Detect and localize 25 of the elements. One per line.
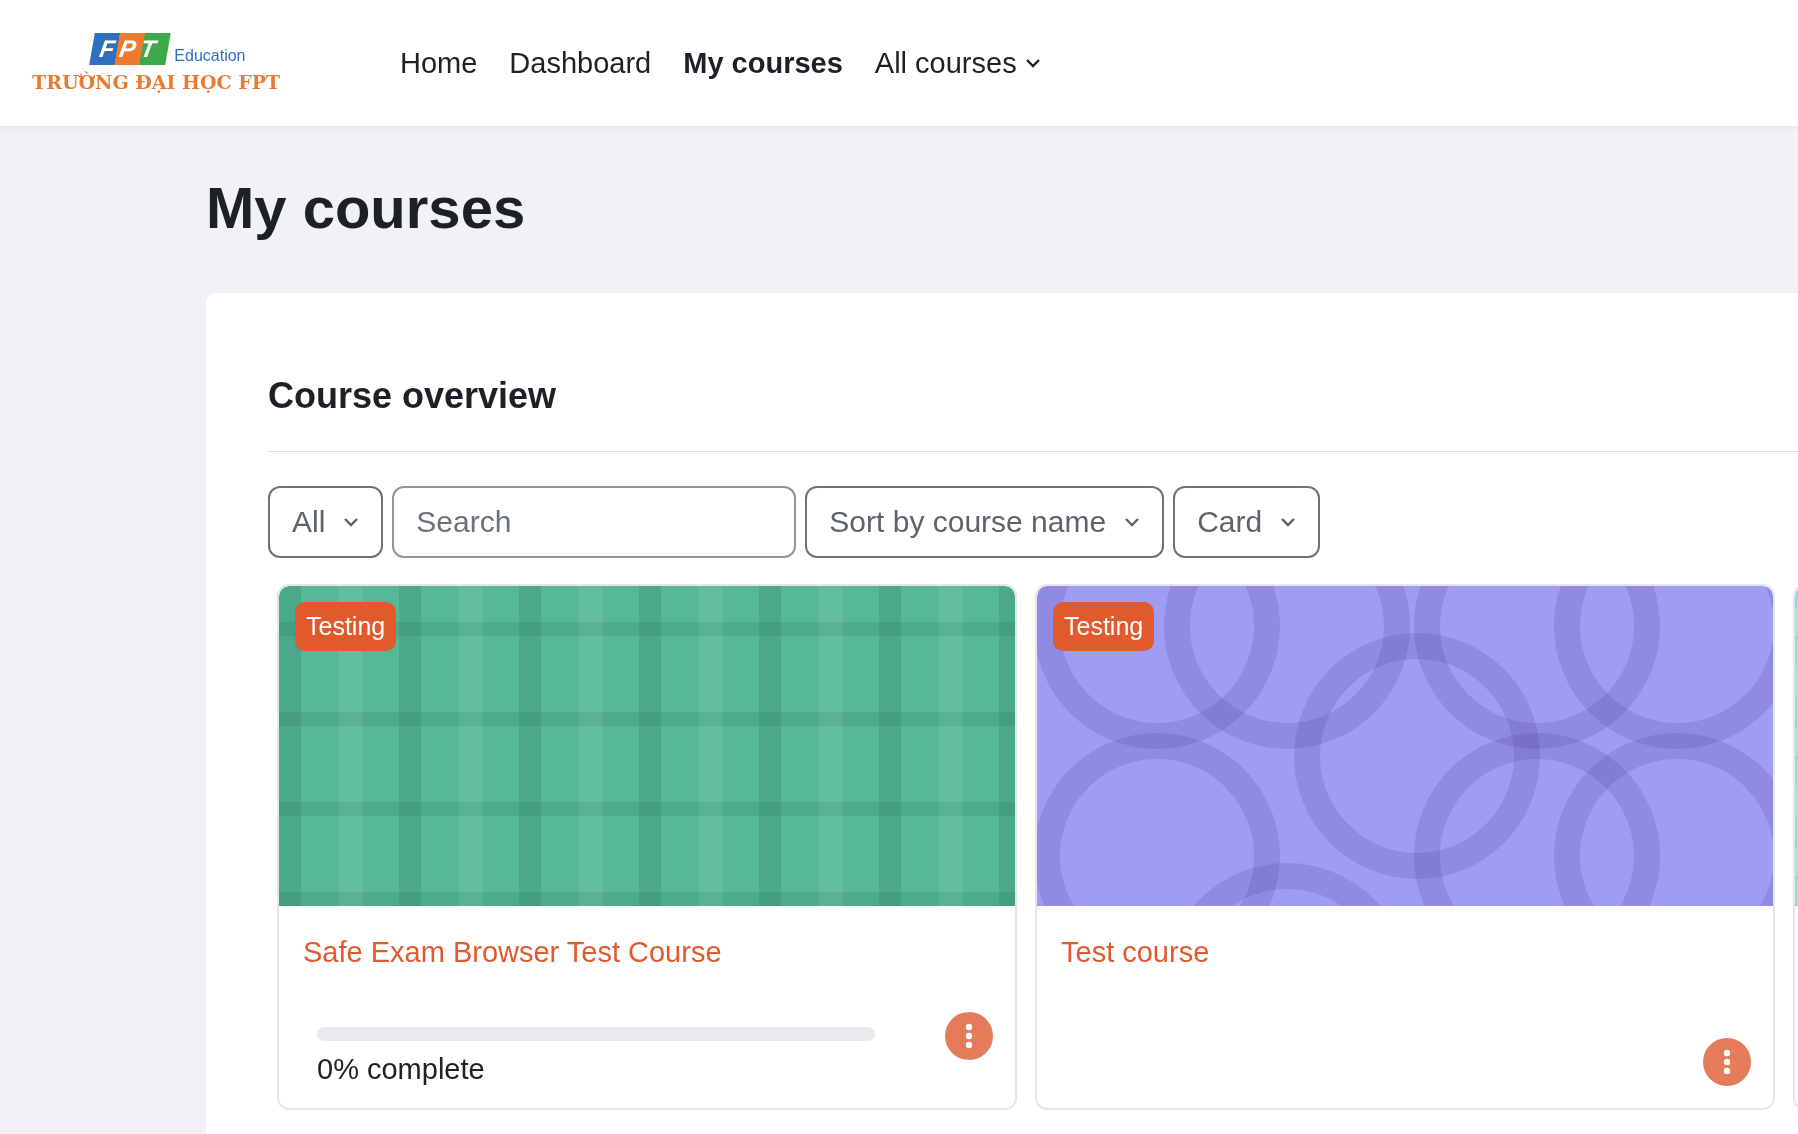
logo-school-name: TRƯỜNG ĐẠI HỌC FPT bbox=[32, 71, 281, 93]
logo-tagline: Education bbox=[174, 47, 246, 65]
vertical-dots-icon bbox=[1723, 1049, 1731, 1075]
dropdown-select[interactable]: Sort by course name bbox=[805, 486, 1165, 558]
nav-link[interactable]: All courses bbox=[874, 46, 1041, 80]
chevron-down-icon bbox=[343, 517, 360, 527]
section-heading: Course overview bbox=[268, 375, 1798, 452]
chevron-down-icon bbox=[1124, 517, 1141, 527]
dropdown-select[interactable]: All bbox=[268, 486, 384, 558]
category-badge: Testing bbox=[1053, 602, 1155, 651]
course-title-link[interactable]: Test course bbox=[1061, 936, 1751, 969]
more-options-button[interactable] bbox=[945, 1012, 993, 1060]
course-title-link[interactable]: Safe Exam Browser Test Course bbox=[303, 936, 993, 969]
chevron-down-icon bbox=[1280, 517, 1297, 527]
progress-text: 0% complete bbox=[317, 1053, 486, 1086]
dropdown-select[interactable]: Card bbox=[1173, 486, 1321, 558]
category-badge: Testing bbox=[295, 602, 397, 651]
page-title: My courses bbox=[206, 174, 527, 241]
nav-link[interactable]: Dashboard bbox=[509, 46, 652, 80]
logo-wordmark: FPT bbox=[89, 33, 172, 65]
vertical-dots-icon bbox=[965, 1023, 973, 1049]
more-options-button[interactable] bbox=[1703, 1038, 1751, 1086]
search-field[interactable]: Search bbox=[392, 486, 797, 558]
nav-link[interactable]: Home bbox=[400, 46, 478, 80]
nav-link[interactable]: My courses bbox=[683, 46, 843, 80]
